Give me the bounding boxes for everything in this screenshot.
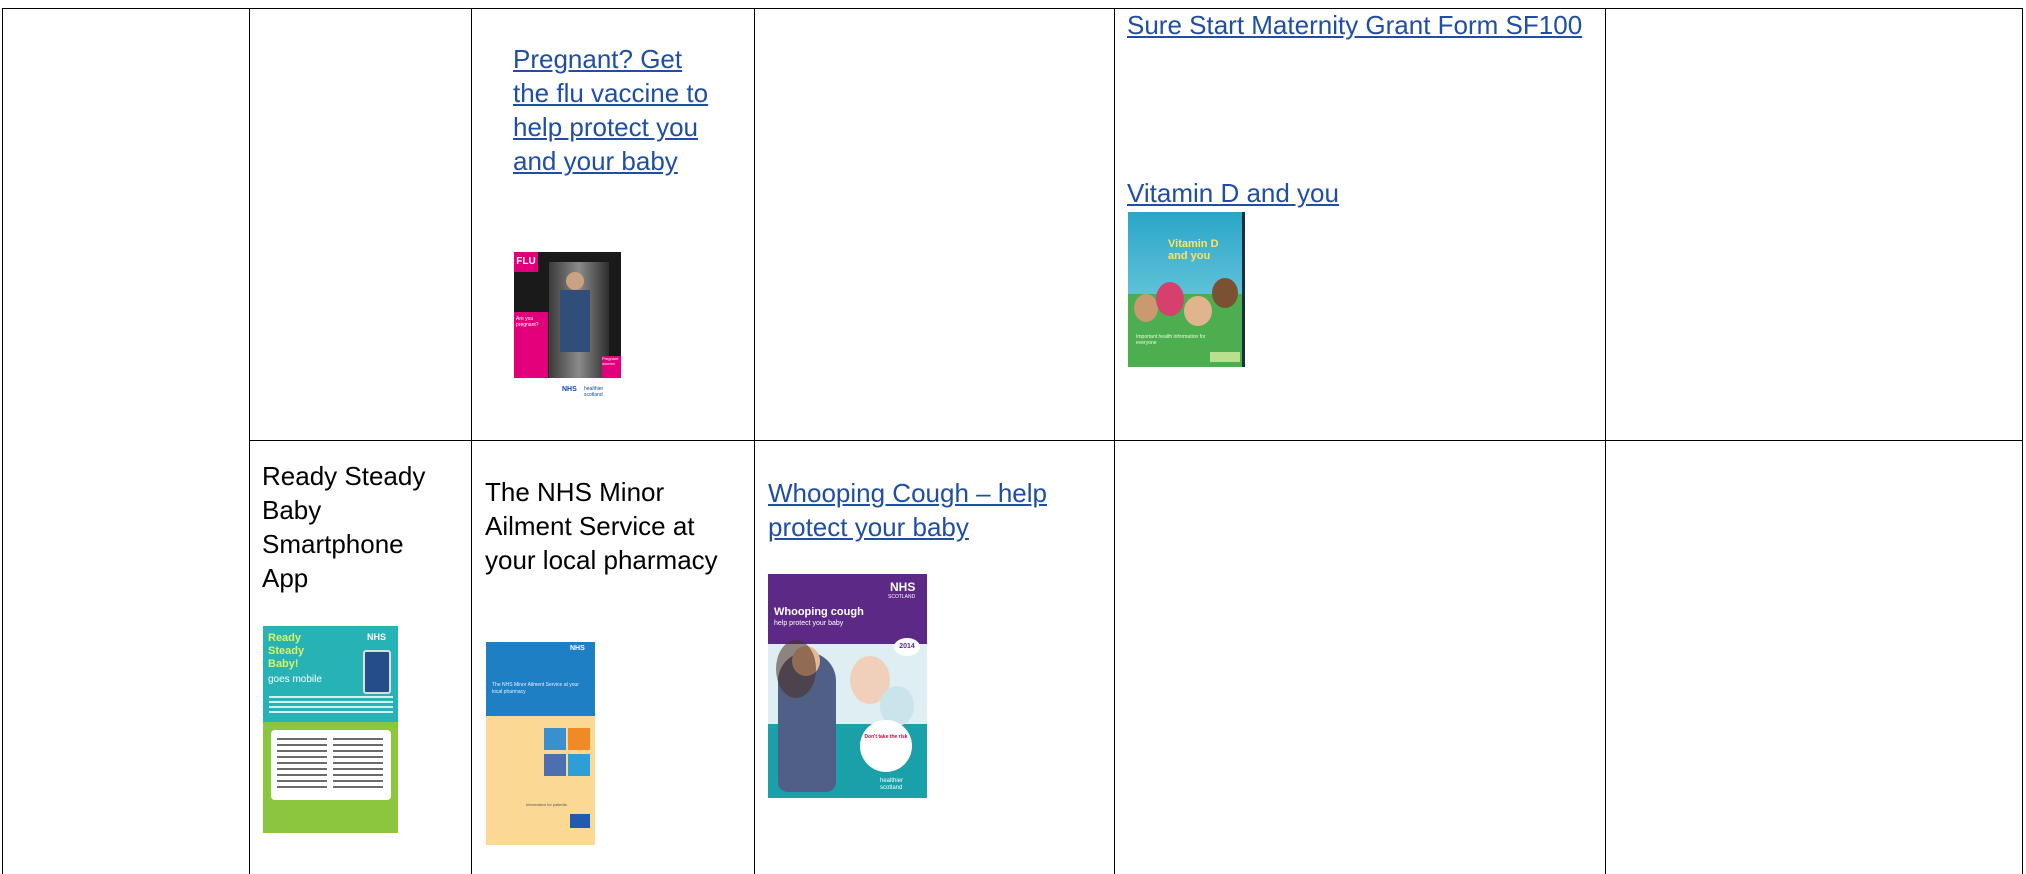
table-border [1605,8,1606,874]
whooping-leaflet-circle: Don't take the risk [860,720,912,772]
vitamin-d-link[interactable]: Vitamin D and you [1127,176,1587,210]
flu-tag: FLU [514,252,538,272]
vitamin-d-leaflet-thumbnail[interactable]: Vitamin D and you Important health infor… [1128,212,1245,367]
table-border [2,8,3,874]
healthier-scotland-logo: healthier scotland [880,778,904,791]
table-border [2,8,2023,9]
table-border [249,8,250,874]
minor-leaflet-title: The NHS Minor Ailment Service at your lo… [492,682,579,695]
flu-leaflet-thumbnail[interactable]: FLU Are you pregnant? Pregnant women NHS… [514,252,621,406]
healthier-scotland-logo: healthier scotland [584,386,604,398]
flu-vaccine-link[interactable]: Pregnant? Get the flu vaccine to help pr… [513,42,713,178]
flu-badge: Pregnant women [602,356,621,378]
vitamin-d-leaflet-subtitle: Important health information for everyon… [1136,334,1206,346]
nhs-scotland-label: SCOTLAND [888,594,916,600]
whooping-leaflet-subtitle: help protect your baby [774,620,844,627]
maternity-grant-link[interactable]: Sure Start Maternity Grant Form SF100 [1127,8,1587,42]
vitamin-d-leaflet-title: Vitamin D and you [1168,238,1219,262]
minor-leaflet-footer: Information for patients [526,802,567,807]
whooping-leaflet-year: 2014 [894,638,920,656]
nhs-logo: NHS [890,580,916,594]
ready-steady-baby-leaflet-thumbnail[interactable]: Ready Steady Baby! goes mobile NHS [263,626,398,833]
whooping-leaflet-title: Whooping cough [774,606,864,618]
table-border [754,8,755,874]
whooping-cough-link[interactable]: Whooping Cough – help protect your baby [768,476,1098,544]
rsb-leaflet-title: Ready Steady Baby! [268,632,305,670]
table-border [2022,8,2023,874]
minor-ailment-service-text: The NHS Minor Ailment Service at your lo… [485,477,718,575]
table-border [249,440,2023,441]
nhs-logo: NHS [570,645,585,652]
ready-steady-baby-text: Ready Steady Baby Smartphone App [262,461,426,593]
nhs-logo: NHS [562,386,577,393]
rsb-leaflet-subtitle: goes mobile [268,674,322,685]
table-border [471,8,472,874]
whooping-cough-leaflet-thumbnail[interactable]: NHS SCOTLAND Whooping cough help protect… [768,574,927,798]
flu-subtitle: Are you pregnant? [516,316,539,328]
minor-ailment-leaflet-thumbnail[interactable]: NHS The NHS Minor Ailment Service at you… [486,642,595,845]
nhs-logo: NHS [367,632,387,642]
table-border [1114,8,1115,874]
